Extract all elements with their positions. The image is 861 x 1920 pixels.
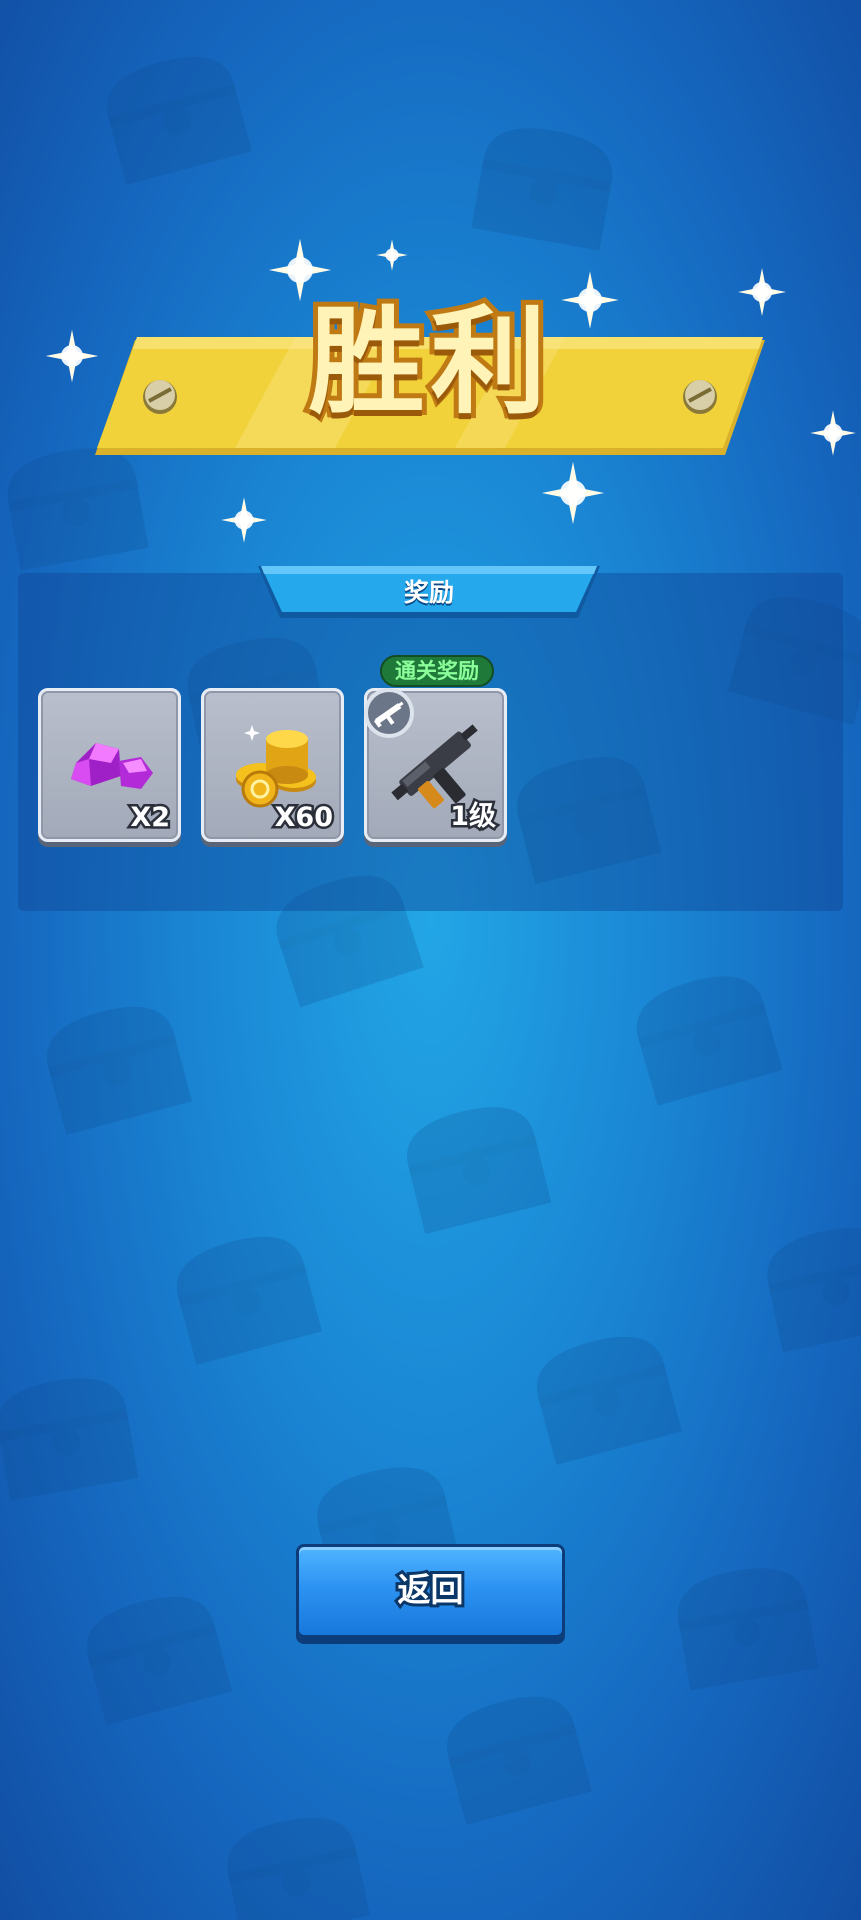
- reward-quantity: X2: [128, 800, 173, 836]
- return-button-label: 返回: [395, 1567, 467, 1612]
- rifle-icon: [373, 701, 404, 728]
- victory-title: 胜利: [304, 290, 553, 435]
- clear-reward-badge: 通关奖励: [380, 655, 494, 687]
- reward-quantity: X60: [272, 800, 335, 836]
- weapon-type-badge: [364, 688, 414, 738]
- return-button[interactable]: 返回: [296, 1544, 565, 1638]
- reward-quantity: 1级: [448, 799, 499, 835]
- reward-header-label: 奖励: [403, 578, 454, 607]
- reward-card-coins[interactable]: X60: [201, 688, 344, 842]
- reward-card-gem[interactable]: X2: [38, 688, 181, 842]
